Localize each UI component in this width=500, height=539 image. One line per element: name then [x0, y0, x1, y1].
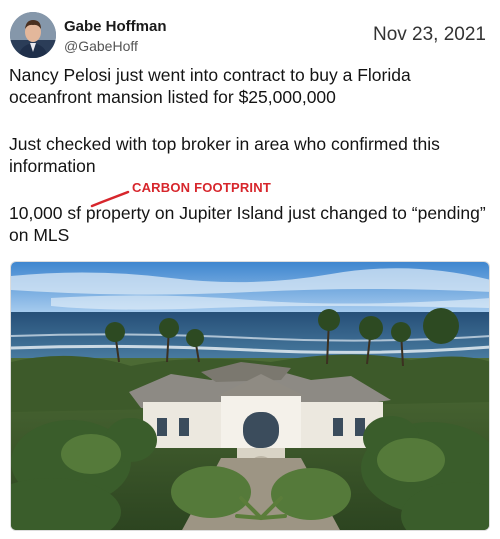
- avatar[interactable]: [10, 12, 56, 58]
- author-name[interactable]: Gabe Hoffman: [64, 18, 167, 35]
- tweet-text-paragraph: Just checked with top broker in area who…: [9, 134, 440, 176]
- tweet-header: Gabe Hoffman @GabeHoff Nov 23, 2021: [8, 10, 492, 60]
- author-handle[interactable]: @GabeHoff: [64, 38, 138, 54]
- tweet-date: Nov 23, 2021: [372, 24, 486, 45]
- mansion-photo-image: [11, 262, 489, 530]
- annotation-label: CARBON FOOTPRINT: [132, 180, 271, 195]
- tweet-card: Gabe Hoffman @GabeHoff Nov 23, 2021 Nanc…: [0, 0, 500, 539]
- person-avatar-icon: [10, 12, 56, 58]
- tweet-text-paragraph: Nancy Pelosi just went into contract to …: [9, 65, 411, 107]
- tweet-text-paragraph: 10,000 sf property on Jupiter Island jus…: [9, 203, 486, 245]
- tweet-photo[interactable]: [10, 261, 490, 531]
